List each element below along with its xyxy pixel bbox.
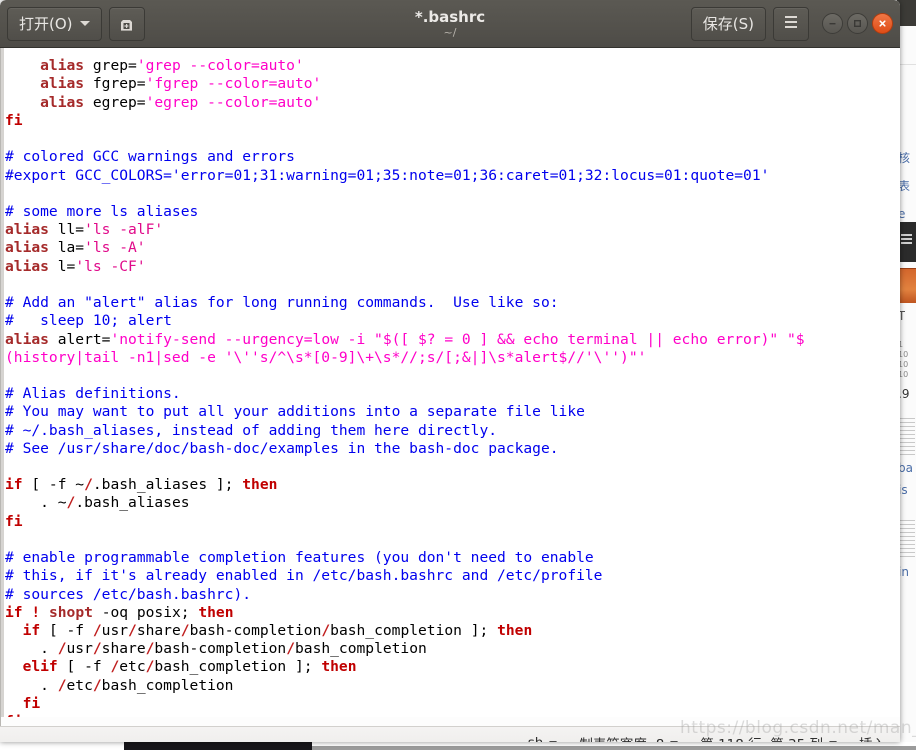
chevron-down-icon [829,740,837,742]
chevron-down-icon [670,740,679,742]
chevron-down-icon [79,21,90,26]
code-line: if ! shopt -oq posix; then [5,603,234,621]
language-selector[interactable]: sh [528,735,558,742]
window-title: *.bashrc [414,8,486,26]
editor-text-area[interactable]: alias grep='grep --color=auto' alias fgr… [0,48,900,726]
code-line: # some more ls aliases [5,202,199,220]
chevron-down-icon [549,740,558,742]
code-line: if [ -f ~/.bash_aliases ]; then [5,476,278,494]
window-subtitle: ~/ [443,26,457,39]
window-headerbar: 打开(O) *.bashrc ~/ 保存(S) [0,0,900,48]
code-line: # You may want to put all your additions… [5,403,585,421]
save-as-icon [118,15,135,32]
code-line: fi [22,694,41,712]
save-label: 保存(S) [702,15,754,33]
horizontal-scrollbar[interactable] [1,717,900,726]
code-line: # Add an "alert" alias for long running … [5,294,559,312]
code-line: . /etc/bash_completion [5,676,234,694]
code-line: alias alert='notify-send --urgency=low -… [5,330,805,348]
language-label: sh [528,735,544,742]
code-line: #export GCC_COLORS='error=01;31:warning=… [5,166,770,184]
code-line: if [ -f /usr/share/bash-completion/bash_… [22,622,533,639]
code-line: # sleep 10; alert [5,312,172,330]
insert-mode-indicator[interactable]: 插入 [859,733,886,742]
code-line: alias grep='grep --color=auto' [5,57,304,75]
tab-width-selector[interactable]: 制表符宽度: 8 [579,733,679,742]
headerbar-right-group: 保存(S) [690,6,893,41]
code-line: alias la='ls -A' [5,239,146,257]
code-line: . /usr/share/bash-completion/bash_comple… [5,640,427,658]
code-line: fi [5,512,23,530]
code-line: # enable programmable completion feature… [5,549,594,567]
source-code[interactable]: alias grep='grep --color=auto' alias fgr… [5,48,805,726]
insert-mode-label: 插入 [859,733,886,742]
code-line: # colored GCC warnings and errors [5,148,295,166]
save-as-button[interactable] [108,6,145,41]
code-line: . ~/.bash_aliases [5,494,190,512]
background-edge-strip [312,746,916,750]
code-line: alias fgrep='fgrep --color=auto' [5,75,322,93]
code-line: elif [ -f /etc/bash_completion ]; then [22,658,357,676]
save-button[interactable]: 保存(S) [690,6,766,41]
hamburger-menu-icon [783,15,799,33]
code-line: alias egrep='egrep --color=auto' [5,93,322,111]
code-line: # See /usr/share/doc/bash-doc/examples i… [5,439,559,457]
code-line: # ~/.bash_aliases, instead of adding the… [5,421,498,439]
cursor-position-selector[interactable]: 第 118 行, 第 35 列 [700,733,837,742]
code-line: # this, if it's already enabled in /etc/… [5,567,603,585]
code-line: alias ll='ls -alF' [5,221,164,239]
code-line: # Alias definitions. [5,385,181,403]
window-controls [822,13,893,34]
tab-width-label: 制表符宽度: 8 [579,733,664,742]
code-line: (history|tail -n1|sed -e '\''s/^\s*[0-9]… [5,348,647,366]
cursor-position-label: 第 118 行, 第 35 列 [700,733,823,742]
gedit-window: 打开(O) *.bashrc ~/ 保存(S) alias grep='grep… [0,0,900,742]
hamburger-menu-button[interactable] [773,6,809,41]
screen: 核 表 e T 1 10 10 10 .9 ba is in 打开(O) *.b… [0,0,916,750]
code-line: fi [5,111,23,129]
open-file-label: 打开(O) [19,15,73,33]
minimize-button[interactable] [822,13,843,34]
editor-left-margin [1,48,4,726]
status-bar: sh 制表符宽度: 8 第 118 行, 第 35 列 插入 [0,726,900,742]
open-file-button[interactable]: 打开(O) [7,6,102,41]
close-button[interactable] [872,13,893,34]
maximize-button[interactable] [847,13,868,34]
code-line: # sources /etc/bash.bashrc). [5,585,252,603]
code-line: alias l='ls -CF' [5,257,146,275]
